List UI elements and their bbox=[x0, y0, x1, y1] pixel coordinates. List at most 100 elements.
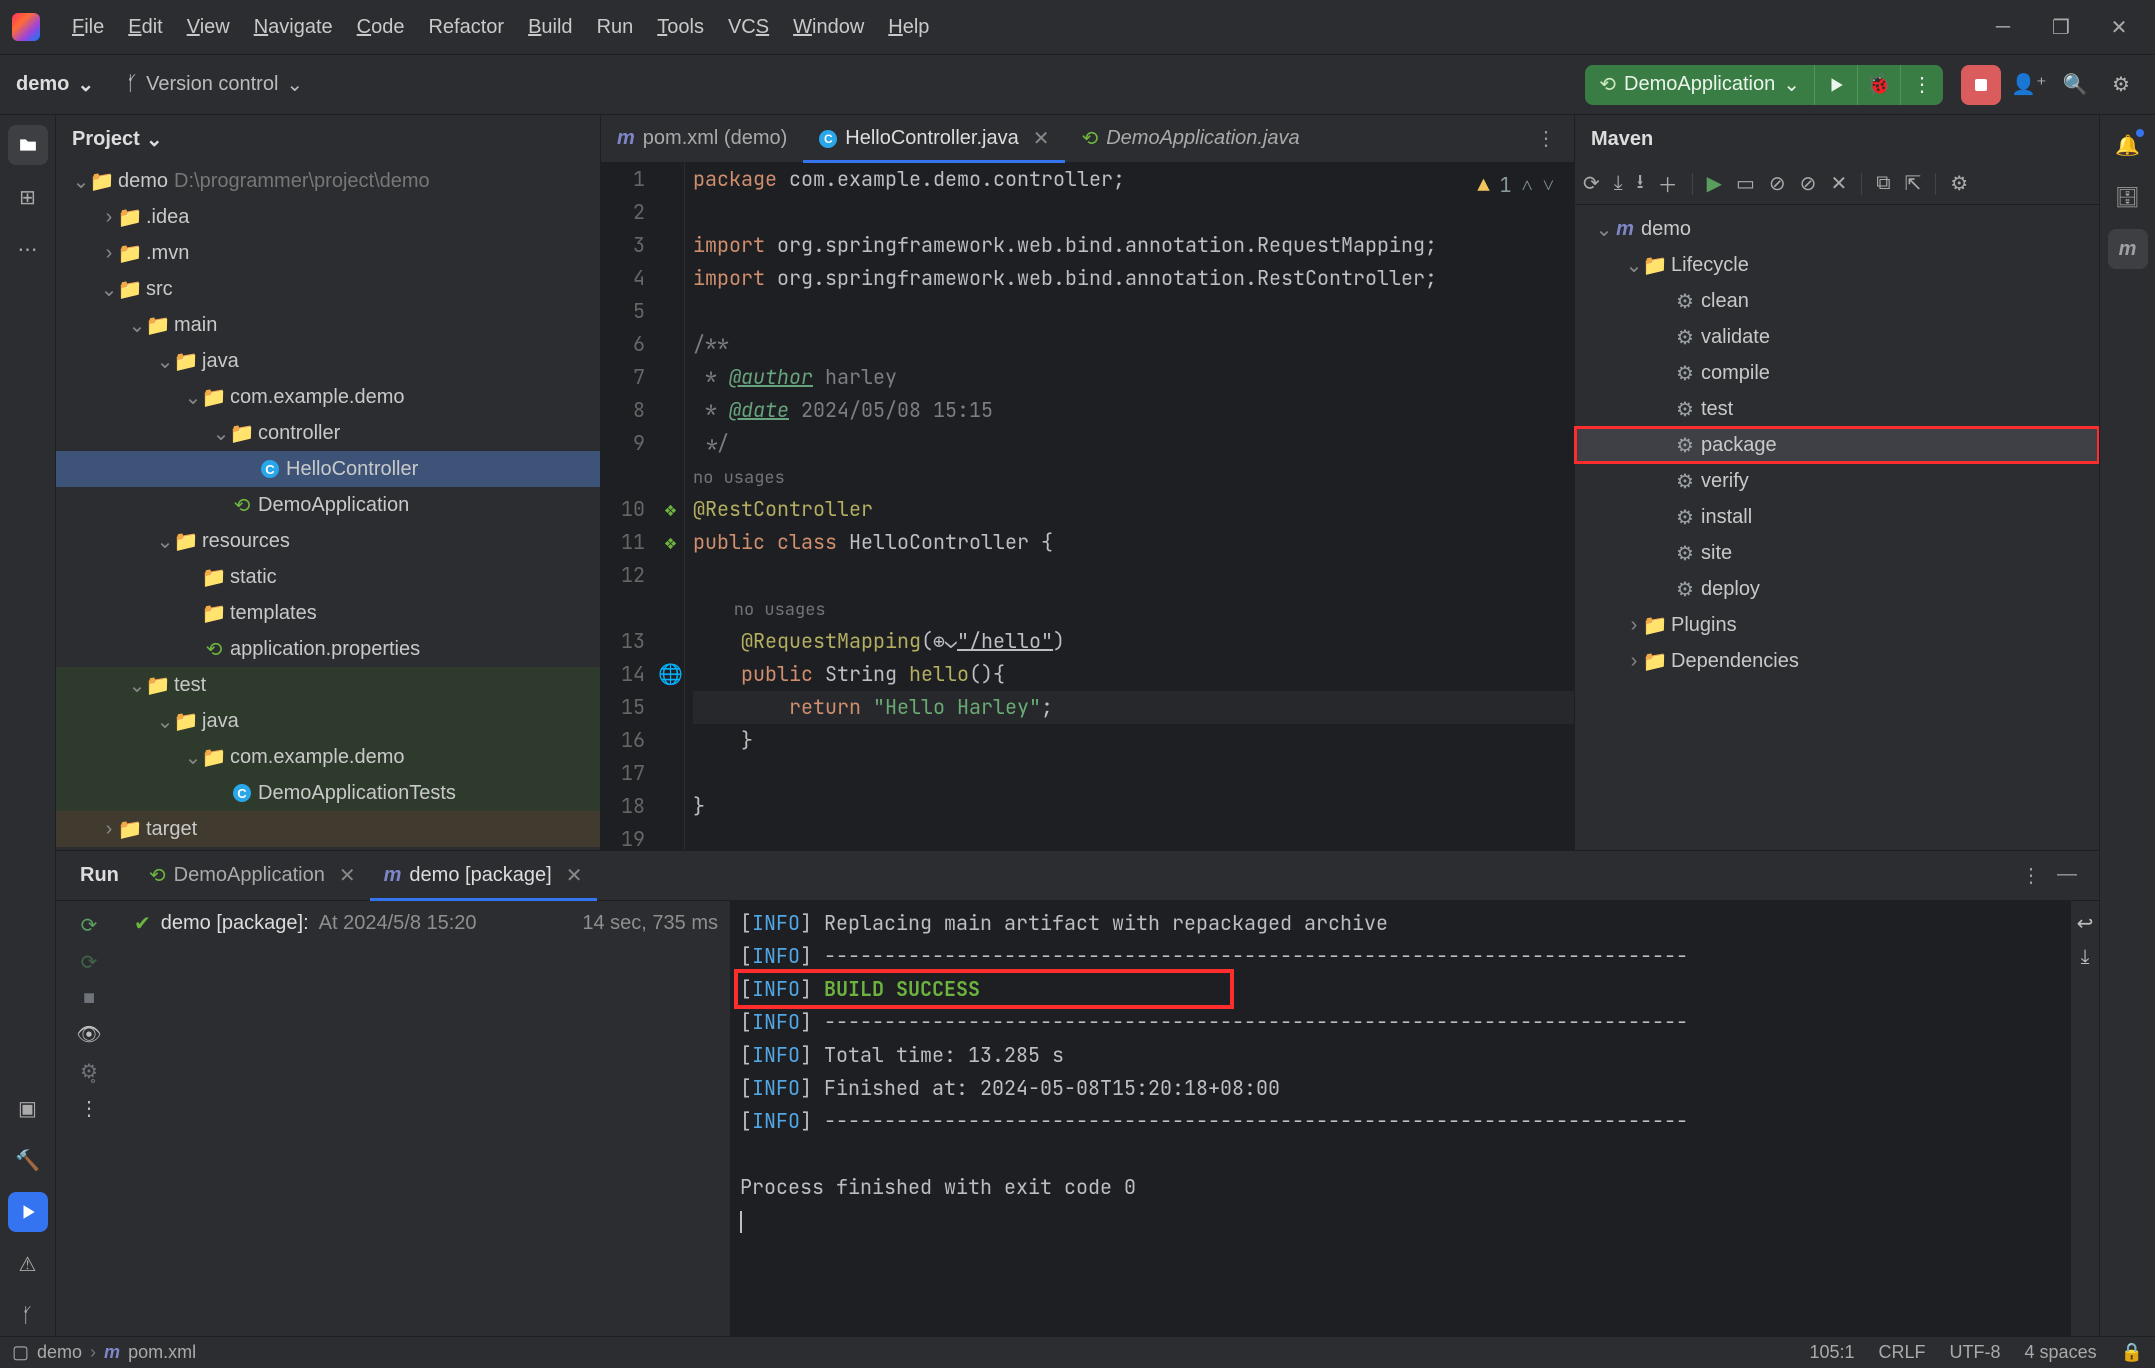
tree-item[interactable]: 📁static bbox=[56, 559, 600, 595]
hide-panel-button[interactable]: — bbox=[2057, 863, 2077, 888]
inspection-widget[interactable]: ▲ 1 ˄ ˅ bbox=[1473, 167, 1558, 204]
maven-tree[interactable]: ⌄mdemo⌄📁Lifecycle⚙clean⚙validate⚙compile… bbox=[1575, 205, 2099, 850]
tree-item[interactable]: ›📁.mvn bbox=[56, 235, 600, 271]
filter-icon[interactable]: ⚙̥ bbox=[80, 1059, 98, 1084]
code-with-me-button[interactable]: 👤⁺ bbox=[2011, 72, 2047, 97]
maven-item-lifecycle[interactable]: ⌄📁Lifecycle bbox=[1575, 247, 2099, 283]
code-area[interactable]: package com.example.demo.controller;impo… bbox=[685, 163, 1574, 850]
execute-icon[interactable]: ▭ bbox=[1736, 171, 1755, 196]
file-encoding[interactable]: UTF-8 bbox=[1950, 1342, 2001, 1363]
more-icon[interactable] bbox=[79, 1096, 99, 1121]
tree-item[interactable]: ⌄📁com.example.demo bbox=[56, 739, 600, 775]
run-task-tree[interactable]: ✔ demo [package]: At 2024/5/8 15:20 14 s… bbox=[122, 901, 730, 1336]
tree-item[interactable]: ⌄📁test bbox=[56, 667, 600, 703]
tree-item[interactable]: ⌄📁java bbox=[56, 343, 600, 379]
more-run-button[interactable] bbox=[1901, 72, 1943, 97]
tree-item[interactable]: ⌄📁main bbox=[56, 307, 600, 343]
structure-toolwindow-button[interactable]: ⋯ bbox=[8, 229, 48, 269]
skip-tests-icon[interactable]: ⊘ bbox=[1800, 171, 1817, 196]
problems-toolwindow-button[interactable]: ⚠ bbox=[8, 1244, 48, 1284]
indent-info[interactable]: 4 spaces bbox=[2025, 1342, 2097, 1363]
download-icon[interactable]: ⭳ bbox=[1637, 167, 1644, 201]
icon-gutter[interactable]: ❖❖🌐 bbox=[657, 163, 685, 850]
maximize-button[interactable]: ❐ bbox=[2049, 15, 2073, 39]
toggle-offline-icon[interactable]: ⊘ bbox=[1769, 171, 1786, 196]
editor-body[interactable]: 12345678910111213141516171819 ❖❖🌐 packag… bbox=[601, 163, 1574, 850]
run-button[interactable] bbox=[1815, 76, 1857, 94]
maven-item-compile[interactable]: ⚙compile bbox=[1575, 355, 2099, 391]
database-button[interactable]: 🗄 bbox=[2108, 177, 2148, 217]
close-tab-icon[interactable]: ✕ bbox=[566, 863, 583, 888]
minimize-button[interactable]: ─ bbox=[1991, 15, 2015, 39]
run-config-select[interactable]: ⟲ DemoApplication ⌄ bbox=[1585, 72, 1814, 97]
menu-view[interactable]: View bbox=[175, 12, 242, 43]
tree-item[interactable]: CDemoApplicationTests bbox=[56, 775, 600, 811]
maven-item-site[interactable]: ⚙site bbox=[1575, 535, 2099, 571]
nav-breadcrumb[interactable]: ▢demompom.xml bbox=[12, 1342, 196, 1363]
maven-button[interactable]: m bbox=[2108, 229, 2148, 269]
run-tab[interactable]: mdemo [package]✕ bbox=[370, 851, 597, 900]
stop-button[interactable] bbox=[1961, 65, 2001, 105]
stop-icon[interactable]: ■ bbox=[83, 987, 95, 1010]
run-tab[interactable]: ⟲DemoApplication✕ bbox=[135, 851, 370, 900]
settings-icon[interactable]: ⚙ bbox=[1950, 171, 1968, 196]
maven-item-demo[interactable]: ⌄mdemo bbox=[1575, 211, 2099, 247]
menu-code[interactable]: Code bbox=[345, 12, 417, 43]
maven-header[interactable]: Maven bbox=[1575, 115, 2099, 163]
settings-button[interactable]: ⚙ bbox=[2103, 72, 2139, 97]
tabs-more-button[interactable] bbox=[1518, 126, 1574, 151]
close-tab-icon[interactable]: ✕ bbox=[1033, 126, 1050, 151]
reload-icon[interactable]: ⟳ bbox=[1583, 171, 1600, 196]
project-tree[interactable]: ⌄📁demoD:\programmer\project\demo›📁.idea›… bbox=[56, 163, 600, 850]
menu-build[interactable]: Build bbox=[516, 12, 584, 43]
line-separator[interactable]: CRLF bbox=[1879, 1342, 1926, 1363]
close-icon[interactable]: ✕ bbox=[1830, 171, 1847, 196]
debug-button[interactable]: 🐞 bbox=[1858, 72, 1900, 97]
project-toolwindow-button[interactable] bbox=[8, 125, 48, 165]
run-icon[interactable]: ▶ bbox=[1707, 171, 1722, 196]
tree-item[interactable]: ⟲application.properties bbox=[56, 631, 600, 667]
menu-navigate[interactable]: Navigate bbox=[242, 12, 345, 43]
notifications-button[interactable]: 🔔 bbox=[2108, 125, 2148, 165]
build-toolwindow-button[interactable]: 🔨 bbox=[8, 1140, 48, 1180]
rerun-icon[interactable]: ⟳ bbox=[81, 913, 98, 938]
search-button[interactable]: 🔍 bbox=[2057, 72, 2093, 97]
maven-item-package[interactable]: ⚙package bbox=[1575, 427, 2099, 463]
collapse-icon[interactable]: ⇱ bbox=[1904, 171, 1921, 196]
menu-file[interactable]: File bbox=[60, 12, 116, 43]
tree-item[interactable]: ›📁target bbox=[56, 811, 600, 847]
show-icon[interactable]: 👁 bbox=[76, 1022, 101, 1047]
menu-edit[interactable]: Edit bbox=[116, 12, 174, 43]
generate-sources-icon[interactable]: ⤓ bbox=[1614, 172, 1623, 195]
maven-item-clean[interactable]: ⚙clean bbox=[1575, 283, 2099, 319]
tree-item[interactable]: ⌄📁resources bbox=[56, 523, 600, 559]
add-icon[interactable]: ＋ bbox=[1658, 169, 1678, 198]
project-chooser[interactable]: demo ⌄ bbox=[16, 72, 94, 97]
close-button[interactable]: ✕ bbox=[2107, 15, 2131, 39]
maven-item-deploy[interactable]: ⚙deploy bbox=[1575, 571, 2099, 607]
version-control-button[interactable]: ᚶ Version control ⌄ bbox=[126, 72, 303, 97]
line-gutter[interactable]: 12345678910111213141516171819 bbox=[601, 163, 657, 850]
tree-item[interactable]: ⌄📁com.example.demo bbox=[56, 379, 600, 415]
menu-tools[interactable]: Tools bbox=[645, 12, 716, 43]
editor-tab[interactable]: ⟲DemoApplication.java bbox=[1065, 115, 1315, 162]
maven-item-install[interactable]: ⚙install bbox=[1575, 499, 2099, 535]
caret-position[interactable]: 105:1 bbox=[1809, 1342, 1854, 1363]
tree-item[interactable]: ⌄📁java bbox=[56, 703, 600, 739]
tree-item[interactable]: ⌄📁demoD:\programmer\project\demo bbox=[56, 163, 600, 199]
run-more-button[interactable] bbox=[2021, 863, 2041, 888]
tree-item[interactable]: ⌄📁controller bbox=[56, 415, 600, 451]
menu-window[interactable]: Window bbox=[781, 12, 876, 43]
editor-tab[interactable]: mpom.xml (demo) bbox=[601, 115, 803, 162]
menu-help[interactable]: Help bbox=[876, 12, 941, 43]
readonly-lock-icon[interactable]: 🔒 bbox=[2121, 1342, 2143, 1363]
maven-item-verify[interactable]: ⚙verify bbox=[1575, 463, 2099, 499]
console-output[interactable]: [INFO] Replacing main artifact with repa… bbox=[730, 901, 2071, 1336]
git-toolwindow-button[interactable]: ᚶ bbox=[8, 1296, 48, 1336]
commit-toolwindow-button[interactable]: ⊞ bbox=[8, 177, 48, 217]
menu-refactor[interactable]: Refactor bbox=[416, 12, 516, 43]
tree-item[interactable]: ⟲DemoApplication bbox=[56, 487, 600, 523]
run-toolwindow-button[interactable] bbox=[8, 1192, 48, 1232]
close-tab-icon[interactable]: ✕ bbox=[339, 863, 356, 888]
maven-item-test[interactable]: ⚙test bbox=[1575, 391, 2099, 427]
